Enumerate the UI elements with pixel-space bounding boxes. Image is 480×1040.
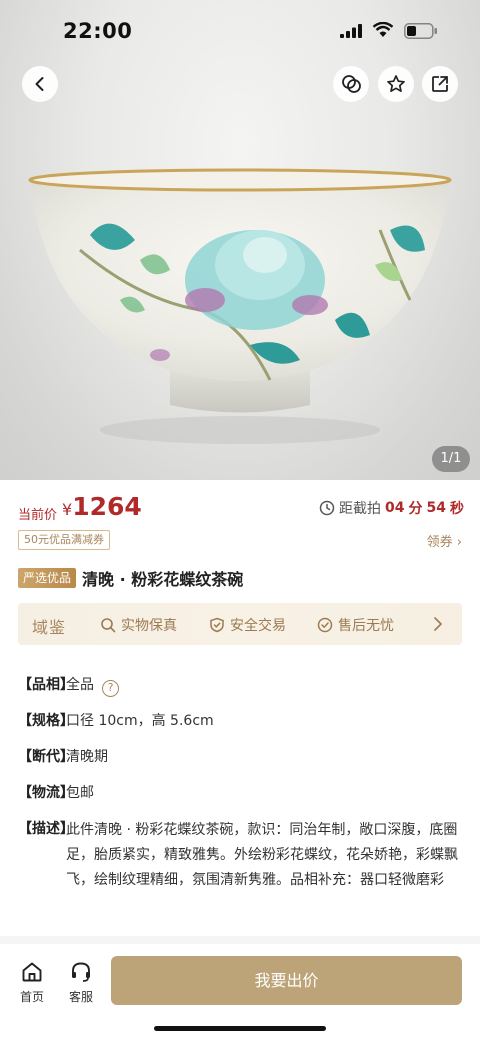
guarantee-authentic-label: 实物保真	[121, 618, 177, 634]
get-coupon-label: 领券	[426, 535, 453, 550]
countdown-minutes-unit: 分	[408, 501, 423, 517]
currency-symbol: ¥	[62, 500, 73, 519]
help-icon[interactable]: ?	[102, 680, 119, 697]
wifi-icon	[372, 22, 394, 37]
guarantee-secure: 安全交易	[209, 615, 286, 635]
condition-value: 全品	[66, 677, 94, 693]
attribute-value: 清晚期	[66, 749, 108, 765]
battery-icon	[404, 23, 437, 39]
favorite-button[interactable]	[378, 66, 414, 102]
check-circle-icon	[317, 617, 333, 633]
chevron-right-icon	[434, 617, 443, 631]
chevron-left-icon	[35, 77, 44, 91]
share-circle-button[interactable]	[333, 66, 369, 102]
countdown-seconds: 54	[426, 500, 446, 516]
attribute-value: 全品?	[66, 674, 119, 697]
get-coupon-link[interactable]: 领券 ›	[427, 531, 462, 550]
status-time: 22:00	[63, 19, 133, 43]
search-icon	[101, 618, 116, 633]
product-title: 清晚 · 粉彩花蝶纹茶碗	[82, 570, 244, 589]
bottom-action-bar: 首页 客服 我要出价	[0, 944, 480, 1040]
section-divider	[0, 936, 480, 944]
home-icon	[22, 962, 42, 982]
customer-service-tab[interactable]: 客服	[61, 960, 101, 1005]
guarantee-bar[interactable]: 域鉴 实物保真 安全交易 售后无忧	[18, 603, 462, 645]
guarantee-aftersale-label: 售后无忧	[338, 618, 394, 634]
countdown-seconds-unit: 秒	[450, 501, 464, 517]
selected-badge: 严选优品	[18, 568, 77, 588]
share-export-icon	[432, 76, 448, 92]
countdown-label: 距截拍	[339, 501, 382, 517]
price-amount: 1264	[72, 492, 142, 521]
circle-share-icon	[342, 75, 361, 93]
coupon-tag[interactable]: 50元优品满减券	[18, 530, 110, 550]
price-row: 当前价 ¥1264 距截拍 04 分 54 秒	[18, 492, 464, 528]
status-bar: 22:00	[0, 0, 480, 62]
guarantee-secure-label: 安全交易	[230, 618, 286, 634]
guarantee-authentic: 实物保真	[100, 615, 177, 635]
home-tab[interactable]: 首页	[12, 960, 52, 1005]
countdown-minutes: 04	[385, 500, 405, 516]
product-title-row: 严选优品 清晚 · 粉彩花蝶纹茶碗	[18, 566, 243, 590]
price-label: 当前价	[18, 508, 58, 523]
back-button[interactable]	[22, 66, 58, 102]
attribute-value: 口径 10cm，高 5.6cm	[66, 713, 214, 729]
star-icon	[387, 75, 405, 93]
headset-icon	[72, 962, 90, 982]
image-counter: 1/1	[432, 446, 470, 472]
shield-icon	[210, 617, 224, 633]
clock-icon	[319, 500, 335, 516]
description-text: 此件清晚 · 粉彩花蝶纹茶碗，款识：同治年制，敞口深腹，底圈足，胎质紧实，精致雅…	[66, 822, 458, 888]
share-button[interactable]	[422, 66, 458, 102]
product-image[interactable]: 22:00 1/1	[0, 0, 480, 480]
attribute-value: 包邮	[66, 785, 94, 801]
auction-countdown: 距截拍 04 分 54 秒	[319, 498, 464, 518]
guarantee-brand: 域鉴	[32, 618, 67, 637]
place-bid-button[interactable]: 我要出价	[111, 956, 462, 1005]
guarantee-aftersale: 售后无忧	[317, 615, 394, 635]
home-tab-label: 首页	[19, 990, 44, 1004]
service-tab-label: 客服	[68, 990, 93, 1004]
cellular-signal-icon	[340, 24, 362, 38]
home-indicator	[154, 1026, 326, 1031]
chevron-right-icon: ›	[456, 535, 462, 550]
current-price: ¥1264	[62, 492, 142, 521]
